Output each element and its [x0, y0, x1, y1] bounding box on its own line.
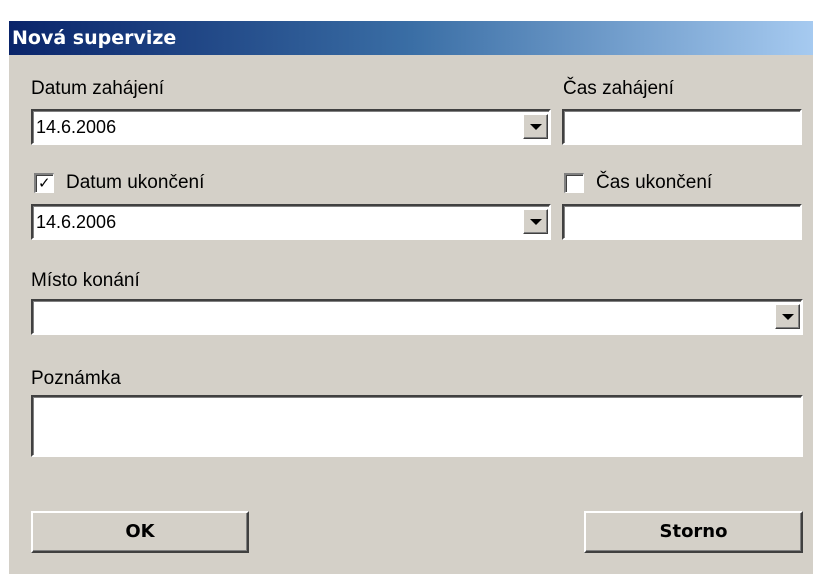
start-date-combobox[interactable]: 14.6.2006	[31, 109, 551, 145]
location-dropdown-button[interactable]	[775, 304, 800, 329]
start-time-label: Čas zahájení	[563, 78, 674, 99]
location-combobox[interactable]	[31, 299, 803, 335]
end-date-combobox[interactable]: 14.6.2006	[31, 204, 551, 240]
start-time-field[interactable]	[562, 109, 802, 145]
start-date-value: 14.6.2006	[36, 117, 117, 137]
cancel-button[interactable]: Storno	[584, 511, 803, 553]
end-date-value: 14.6.2006	[36, 212, 117, 232]
end-date-checkbox[interactable]: ✓	[34, 173, 54, 193]
end-time-checkbox[interactable]	[564, 173, 584, 193]
ok-button[interactable]: OK	[31, 511, 249, 553]
chevron-down-icon	[530, 124, 542, 130]
title-bar[interactable]: Nová supervize	[9, 21, 813, 55]
dialog-window: Nová supervize Datum zahájení 14.6.2006 …	[8, 20, 813, 574]
start-date-label: Datum zahájení	[31, 78, 165, 99]
checkmark-icon: ✓	[38, 174, 51, 192]
end-time-field[interactable]	[562, 204, 802, 240]
note-label: Poznámka	[31, 368, 121, 389]
end-time-label: Čas ukončení	[596, 172, 713, 193]
chevron-down-icon	[530, 219, 542, 225]
end-date-label: Datum ukončení	[66, 172, 205, 193]
start-date-dropdown-button[interactable]	[523, 114, 548, 139]
location-label: Místo konání	[31, 270, 140, 291]
window-title: Nová supervize	[12, 27, 177, 49]
end-date-dropdown-button[interactable]	[523, 209, 548, 234]
chevron-down-icon	[782, 314, 794, 320]
note-textarea[interactable]	[31, 395, 803, 457]
